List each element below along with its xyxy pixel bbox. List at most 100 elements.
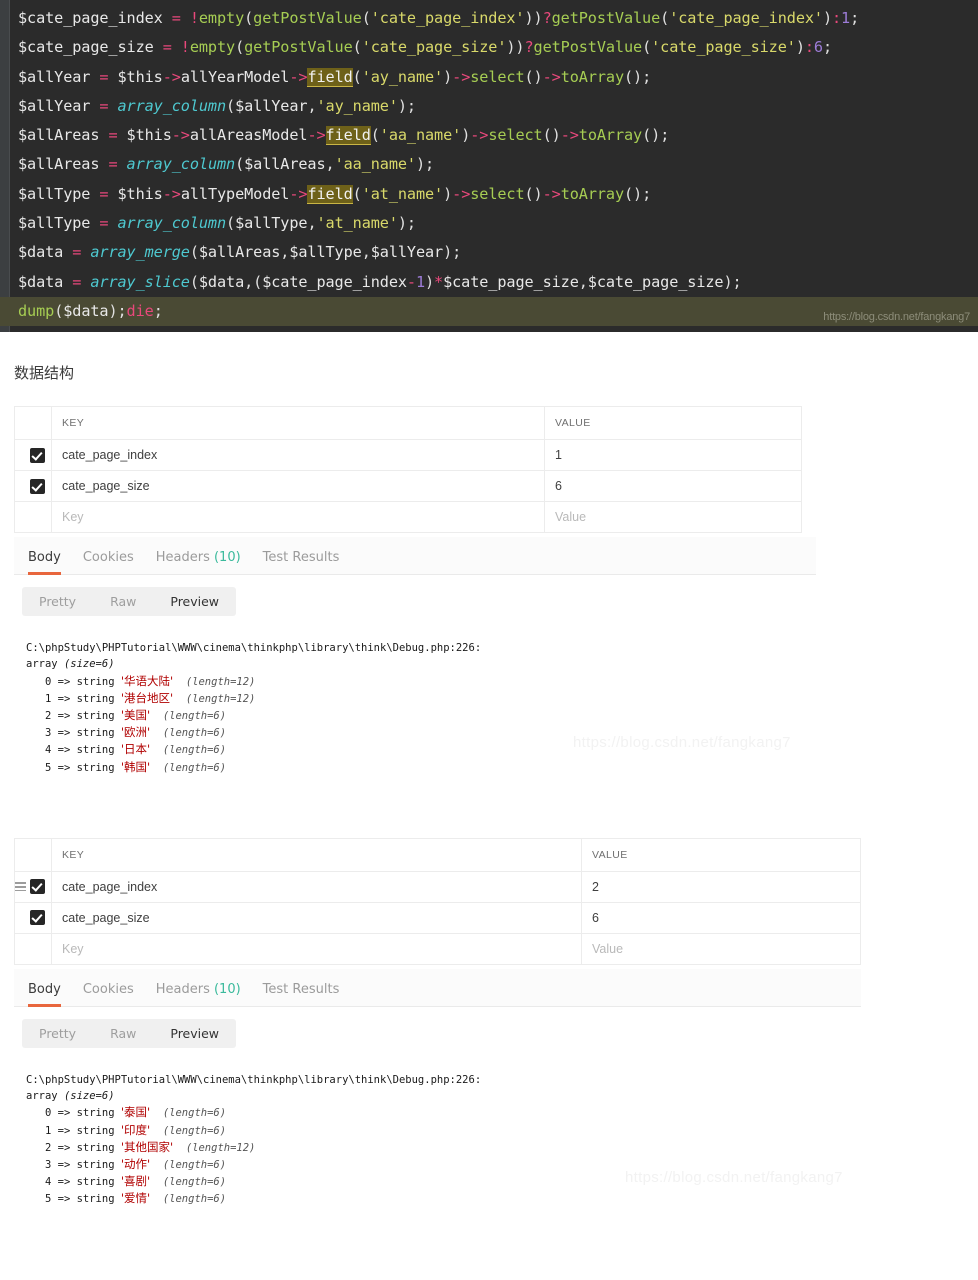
- token-variable: $allType: [18, 184, 91, 203]
- view-mode-raw[interactable]: Raw: [93, 587, 153, 616]
- token-variable: $data: [63, 301, 109, 320]
- cell-value[interactable]: 6: [581, 901, 861, 934]
- cell-key[interactable]: cate_page_index: [51, 439, 545, 472]
- output-item-value: '动作': [120, 1156, 151, 1171]
- table-row-placeholder[interactable]: Key Value: [14, 501, 802, 534]
- token-string: 'aa_name': [379, 126, 462, 145]
- tab-body[interactable]: Body: [28, 982, 61, 1007]
- token-paren: ): [461, 126, 471, 145]
- token-variable: $allAreas: [18, 155, 100, 174]
- token-comma: ,: [280, 243, 290, 262]
- view-mode-segmented-2: Pretty Raw Preview: [22, 1018, 237, 1048]
- output-item-length: (length=6): [162, 1193, 227, 1206]
- tab-body[interactable]: Body: [28, 550, 61, 576]
- cell-key[interactable]: cate_page_size: [51, 901, 582, 934]
- cell-value-placeholder[interactable]: Value: [544, 501, 802, 534]
- token-string: 'cate_page_size': [651, 38, 796, 57]
- table-row[interactable]: cate_page_size 6: [14, 901, 861, 934]
- checkbox-checked-icon[interactable]: [30, 447, 45, 463]
- token-operator: =: [90, 214, 118, 233]
- drag-handle-icon[interactable]: [15, 882, 26, 892]
- view-mode-toolbar-2: Pretty Raw Preview: [0, 1007, 978, 1048]
- token-number: 1: [415, 272, 425, 291]
- tab-headers[interactable]: Headers (10): [156, 982, 241, 1006]
- checkbox-checked-icon[interactable]: [30, 478, 45, 494]
- table-row-placeholder[interactable]: Key Value: [14, 932, 861, 965]
- token-string: 'at_name': [361, 184, 444, 203]
- token-operator: =: [99, 155, 127, 174]
- row-checkbox-cell[interactable]: [14, 901, 52, 934]
- checkbox-checked-icon[interactable]: [30, 879, 45, 895]
- token-paren: (): [524, 67, 543, 86]
- token-paren: (: [352, 67, 362, 86]
- output-item-type: string: [76, 675, 115, 688]
- view-mode-pretty[interactable]: Pretty: [22, 587, 93, 616]
- table-row[interactable]: cate_page_index 1: [14, 439, 802, 472]
- tab-cookies[interactable]: Cookies: [83, 982, 134, 1006]
- header-key: KEY: [51, 406, 545, 441]
- output-item-value: '日本': [120, 742, 151, 757]
- cell-key-placeholder[interactable]: Key: [51, 501, 545, 534]
- token-arrow: ->: [289, 184, 308, 203]
- token-variable: $allAreas: [198, 243, 281, 262]
- output-item-type: string: [76, 1176, 115, 1189]
- row-checkbox-cell[interactable]: [14, 439, 52, 472]
- output-item-type: string: [76, 692, 115, 705]
- tab-test-results[interactable]: Test Results: [263, 982, 340, 1006]
- token-ternary: ?: [524, 38, 534, 57]
- token-paren: );: [397, 214, 416, 233]
- output-item-index: 1: [44, 692, 52, 705]
- code-line-3: $allYear = $this->allYearModel->field('a…: [0, 63, 978, 92]
- cell-key[interactable]: cate_page_index: [51, 870, 582, 903]
- tab-headers[interactable]: Headers (10): [156, 550, 241, 574]
- cell-key-placeholder[interactable]: Key: [51, 932, 582, 965]
- token-string: 'ay_name': [316, 96, 398, 115]
- cell-value[interactable]: 1: [544, 439, 802, 472]
- table-row[interactable]: cate_page_size 6: [14, 470, 802, 503]
- token-this: $this: [117, 67, 163, 86]
- view-mode-preview[interactable]: Preview: [153, 1019, 236, 1048]
- token-variable: $allType: [235, 214, 308, 233]
- output-item-value: '印度': [120, 1122, 151, 1137]
- output-item-value: '欧洲': [120, 725, 151, 740]
- row-checkbox-cell[interactable]: [14, 470, 52, 503]
- response-panel-2: Body Cookies Headers (10) Test Results P…: [0, 968, 978, 1208]
- cell-value-placeholder[interactable]: Value: [581, 932, 861, 965]
- view-mode-raw[interactable]: Raw: [93, 1019, 153, 1048]
- cell-value[interactable]: 2: [581, 870, 861, 903]
- row-checkbox-cell[interactable]: [14, 501, 52, 534]
- token-paren: ): [443, 67, 453, 86]
- table-row[interactable]: cate_page_index 2: [14, 870, 861, 903]
- output-item-length: (length=6): [162, 1158, 227, 1171]
- view-mode-pretty[interactable]: Pretty: [22, 1019, 93, 1048]
- cell-value[interactable]: 6: [544, 470, 802, 503]
- row-checkbox-cell[interactable]: [14, 870, 52, 903]
- token-variable: $data: [198, 272, 245, 291]
- tab-label: Test Results: [262, 550, 340, 566]
- token-fn-empty: empty: [198, 9, 245, 27]
- token-comma: ,: [325, 155, 335, 174]
- token-semicolon: ;: [822, 38, 832, 57]
- tab-cookies[interactable]: Cookies: [83, 550, 134, 574]
- tab-test-results[interactable]: Test Results: [263, 550, 340, 574]
- output-array-size: (size=6): [63, 658, 115, 671]
- output-item-value: '泰国': [120, 1105, 151, 1120]
- cell-key[interactable]: cate_page_size: [51, 470, 545, 503]
- token-arrow: ->: [171, 126, 190, 145]
- output-item-index: 0: [44, 675, 52, 688]
- output-item-length: (length=12): [185, 675, 256, 688]
- token-fn-select: select: [470, 184, 525, 203]
- view-mode-preview[interactable]: Preview: [153, 587, 236, 616]
- token-comma: ,: [361, 243, 371, 262]
- params-table-1: KEY VALUE cate_page_index 1 cate_page_si…: [14, 406, 802, 534]
- token-model: allYearModel: [180, 67, 290, 86]
- row-checkbox-cell[interactable]: [14, 932, 52, 965]
- checkbox-checked-icon[interactable]: [30, 910, 45, 926]
- token-paren: )): [506, 38, 525, 57]
- token-arrow: ->: [307, 126, 326, 145]
- tab-label: Headers: [155, 550, 210, 566]
- code-line-9: $data = array_merge($allAreas,$allType,$…: [0, 238, 978, 267]
- output-item-index: 3: [44, 727, 52, 740]
- token-paren: ): [425, 272, 435, 291]
- output-item-value: '韩国': [120, 759, 151, 774]
